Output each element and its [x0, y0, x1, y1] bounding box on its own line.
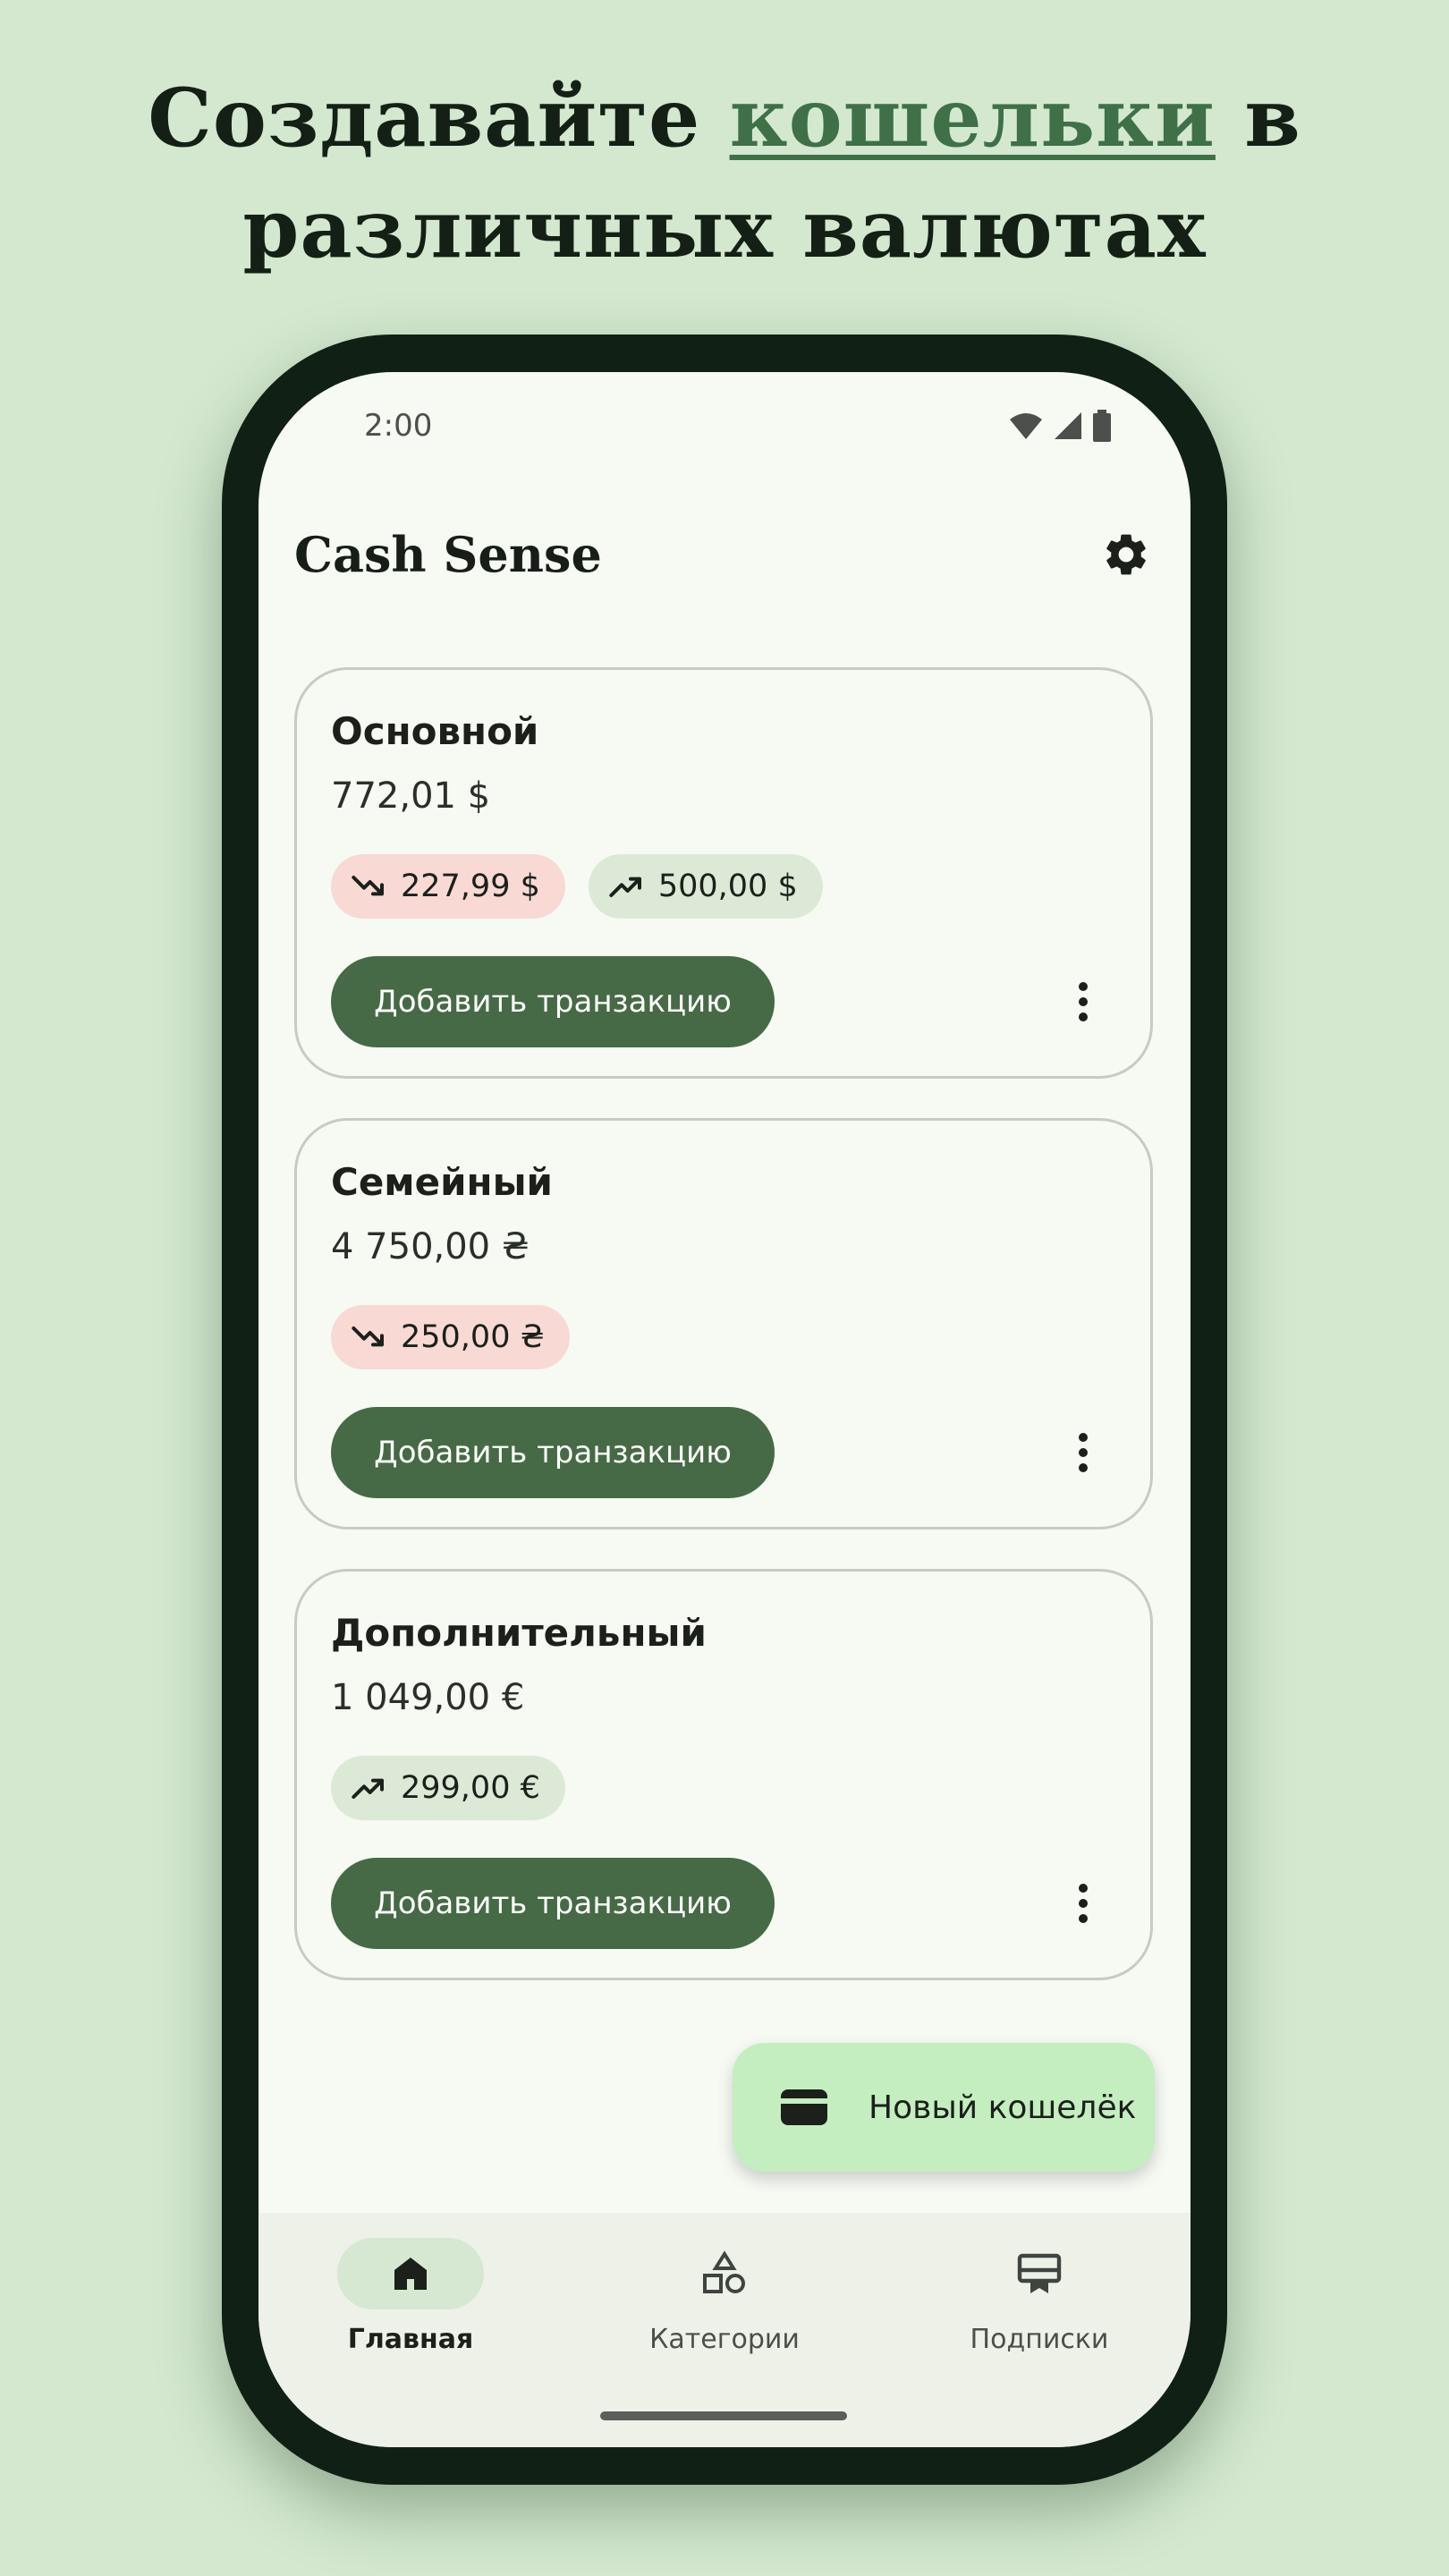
nav-item-categories[interactable]: Категории [617, 2238, 832, 2355]
status-bar: 2:00 [258, 372, 1191, 470]
status-icons [1008, 410, 1112, 442]
expense-amount: 250,00 ₴ [401, 1319, 545, 1355]
more-vert-icon [1079, 1884, 1088, 1923]
phone-screen: 2:00 Cash Sense Основной 772,01 $ 227,99… [258, 372, 1191, 2447]
wallet-name: Семейный [331, 1160, 553, 1204]
wallet-card[interactable]: Дополнительный 1 049,00 € 299,00 € Добав… [294, 1569, 1153, 1980]
settings-button[interactable] [1094, 522, 1158, 587]
status-time: 2:00 [364, 408, 433, 444]
add-transaction-button[interactable]: Добавить транзакцию [331, 1407, 775, 1498]
expense-chip: 227,99 $ [331, 854, 565, 919]
more-options-button[interactable] [1052, 1421, 1114, 1484]
wifi-icon [1010, 413, 1042, 439]
income-amount: 299,00 € [401, 1770, 540, 1806]
nav-indicator [651, 2238, 798, 2309]
trending-up-icon [609, 877, 641, 897]
wallet-balance: 772,01 $ [331, 775, 491, 817]
wallet-chips: 299,00 € [331, 1756, 565, 1820]
wallet-balance: 1 049,00 € [331, 1677, 525, 1718]
home-icon [394, 2258, 427, 2290]
wallet-balance: 4 750,00 ₴ [331, 1226, 530, 1267]
wallet-card[interactable]: Основной 772,01 $ 227,99 $ 500,00 $ Доба… [294, 667, 1153, 1079]
headline-line-1: Создавайте кошельки в [0, 63, 1449, 174]
headline-line-2: различных валютах [242, 182, 1207, 276]
more-options-button[interactable] [1052, 1872, 1114, 1935]
nav-indicator [966, 2238, 1113, 2309]
expense-chip: 250,00 ₴ [331, 1305, 570, 1369]
more-vert-icon [1079, 982, 1088, 1021]
app-title: Cash Sense [294, 526, 602, 583]
nav-item-home[interactable]: Главная [303, 2238, 518, 2355]
headline-text: в [1215, 71, 1301, 165]
nav-label: Подписки [970, 2324, 1109, 2355]
signal-icon [1055, 412, 1081, 439]
trending-up-icon [352, 1778, 384, 1799]
wallet-chips: 250,00 ₴ [331, 1305, 570, 1369]
headline-text: Создавайте [148, 71, 730, 165]
trending-down-icon [352, 876, 384, 896]
more-vert-icon [1079, 1433, 1088, 1472]
nav-label: Категории [649, 2324, 800, 2355]
promo-headline: Создавайте кошельки в различных валютах [0, 63, 1449, 284]
wallet-name: Основной [331, 709, 539, 753]
gesture-bar[interactable] [600, 2411, 847, 2420]
add-transaction-button[interactable]: Добавить транзакцию [331, 956, 775, 1047]
gear-icon [1106, 534, 1146, 575]
top-app-bar: Cash Sense [258, 506, 1191, 605]
nav-label: Главная [347, 2324, 474, 2355]
headline-highlight: кошельки [729, 71, 1216, 165]
wallet-chips: 227,99 $ 500,00 $ [331, 854, 823, 919]
wallet-card[interactable]: Семейный 4 750,00 ₴ 250,00 ₴ Добавить тр… [294, 1118, 1153, 1530]
shapes-icon [703, 2250, 745, 2293]
wallet-icon [781, 2089, 827, 2125]
phone-frame: 2:00 Cash Sense Основной 772,01 $ 227,99… [222, 335, 1227, 2485]
wallet-name: Дополнительный [331, 1611, 707, 1655]
nav-indicator [337, 2238, 484, 2309]
nav-item-subscriptions[interactable]: Подписки [932, 2238, 1147, 2355]
income-chip: 500,00 $ [588, 854, 823, 919]
subscriptions-icon [1017, 2253, 1062, 2293]
expense-amount: 227,99 $ [401, 869, 540, 904]
fab-label: Новый кошелёк [869, 2089, 1137, 2126]
bottom-navigation: Главная Категории Подписки [258, 2213, 1191, 2447]
add-transaction-button[interactable]: Добавить транзакцию [331, 1858, 775, 1949]
more-options-button[interactable] [1052, 970, 1114, 1033]
income-amount: 500,00 $ [657, 869, 798, 904]
income-chip: 299,00 € [331, 1756, 565, 1820]
trending-down-icon [352, 1326, 384, 1347]
battery-icon [1093, 410, 1111, 442]
new-wallet-fab[interactable]: Новый кошелёк [733, 2043, 1155, 2172]
